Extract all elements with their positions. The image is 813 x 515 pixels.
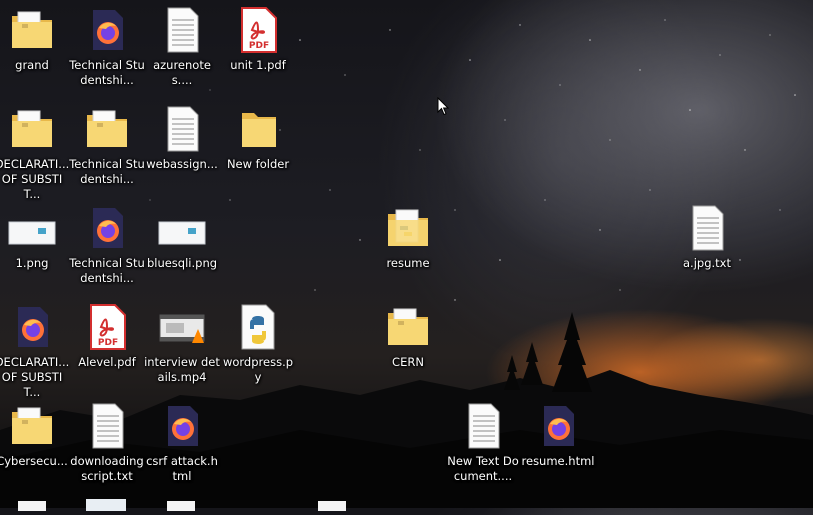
folder-empty-icon <box>234 105 282 153</box>
desktop-icon-cern[interactable]: CERN <box>370 303 446 370</box>
desktop-icon-label: New folder <box>226 157 290 171</box>
folder-icon <box>8 402 56 450</box>
desktop-icon-bluesqli-png[interactable]: bluesqli.png <box>144 204 220 271</box>
desktop-icon-label: resume <box>386 256 430 270</box>
desktop-icon-interview-details-mp4[interactable]: interview details.mp4 <box>144 303 220 385</box>
desktop-icon-label: wordpress.py <box>222 355 294 384</box>
firefox-icon <box>8 303 56 351</box>
desktop-icon-wordpress-py[interactable]: wordpress.py <box>220 303 296 385</box>
firefox-icon <box>83 6 131 54</box>
desktop-icon-new-folder[interactable]: New folder <box>220 105 296 172</box>
folder-icon <box>8 105 56 153</box>
desktop-icon-webassign[interactable]: webassign... <box>144 105 220 172</box>
desktop-icon-label: a.jpg.txt <box>683 256 731 270</box>
desktop-icon-label: 1.png <box>15 256 49 270</box>
desktop-icon-label: New Text Document.... <box>447 454 519 483</box>
svg-text:PDF: PDF <box>249 41 269 51</box>
desktop-icon-label: Technical Studentshi... <box>69 157 145 186</box>
desktop-icon-downloading-script-txt[interactable]: downloading script.txt <box>69 402 145 484</box>
folder-icon <box>384 303 432 351</box>
folder-icon <box>83 105 131 153</box>
firefox-icon <box>83 204 131 252</box>
folder-python-icon <box>384 204 432 252</box>
image-icon <box>158 204 206 252</box>
desktop-icon-a-jpg-txt[interactable]: a.jpg.txt <box>669 204 745 271</box>
desktop-icon-technical-studentshi[interactable]: Technical Studentshi... <box>69 6 145 88</box>
desktop-icon-declarati-of-substit[interactable]: DECLARATI... OF SUBSTIT... <box>0 303 70 400</box>
desktop-icon-label: bluesqli.png <box>146 256 218 270</box>
desktop-icon-azurenotes[interactable]: azurenotes.... <box>144 6 220 88</box>
text-icon <box>83 402 131 450</box>
desktop-icon-label: interview details.mp4 <box>144 355 220 384</box>
desktop-icon-1-png[interactable]: 1.png <box>0 204 70 271</box>
desktop-icon-csrf-attack-html[interactable]: csrf attack.html <box>144 402 220 484</box>
desktop-icon-label: webassign... <box>146 157 218 171</box>
text-icon <box>158 105 206 153</box>
text-icon <box>683 204 731 252</box>
desktop-icon-grand[interactable]: grand <box>0 6 70 73</box>
desktop-icon-label: Technical Studentshi... <box>69 58 145 87</box>
text-icon <box>158 6 206 54</box>
desktop-icon-label: downloading script.txt <box>70 454 144 483</box>
desktop-icon-new-text-document[interactable]: New Text Document.... <box>445 402 521 484</box>
image-icon <box>8 204 56 252</box>
desktop-icon-label: resume.html <box>521 454 595 468</box>
desktop-icon-label: csrf attack.html <box>146 454 218 483</box>
desktop-icon-label: grand <box>15 58 49 72</box>
python-icon <box>234 303 282 351</box>
desktop-icon-alevel-pdf[interactable]: PDF Alevel.pdf <box>69 303 145 370</box>
desktop-icon-label: Technical Studentshi... <box>69 256 145 285</box>
pdf-icon: PDF <box>83 303 131 351</box>
desktop-icon-label: azurenotes.... <box>153 58 211 87</box>
text-icon <box>459 402 507 450</box>
mouse-cursor-icon <box>437 97 449 116</box>
desktop-icon-label: unit 1.pdf <box>230 58 286 72</box>
firefox-icon <box>534 402 582 450</box>
desktop-icon-unit-1-pdf[interactable]: PDF unit 1.pdf <box>220 6 296 73</box>
folder-icon <box>8 6 56 54</box>
desktop-icon-label: DECLARATI... OF SUBSTIT... <box>0 355 70 399</box>
desktop-icon-label: CERN <box>392 355 424 369</box>
svg-text:PDF: PDF <box>98 338 118 348</box>
video-icon <box>158 303 206 351</box>
firefox-icon <box>158 402 206 450</box>
desktop-icon-technical-studentshi[interactable]: Technical Studentshi... <box>69 105 145 187</box>
desktop-icon-cybersecu[interactable]: Cybersecu... <box>0 402 70 469</box>
desktop-icon-technical-studentshi[interactable]: Technical Studentshi... <box>69 204 145 286</box>
desktop-icon-label: Cybersecu... <box>0 454 68 468</box>
desktop-icon-label: Alevel.pdf <box>78 355 136 369</box>
desktop-icon-label: DECLARATI... OF SUBSTIT... <box>0 157 70 201</box>
desktop-icon-resume[interactable]: resume <box>370 204 446 271</box>
desktop-icon-resume-html[interactable]: resume.html <box>520 402 596 469</box>
desktop-icon-declarati-of-substit[interactable]: DECLARATI... OF SUBSTIT... <box>0 105 70 202</box>
pdf-icon: PDF <box>234 6 282 54</box>
